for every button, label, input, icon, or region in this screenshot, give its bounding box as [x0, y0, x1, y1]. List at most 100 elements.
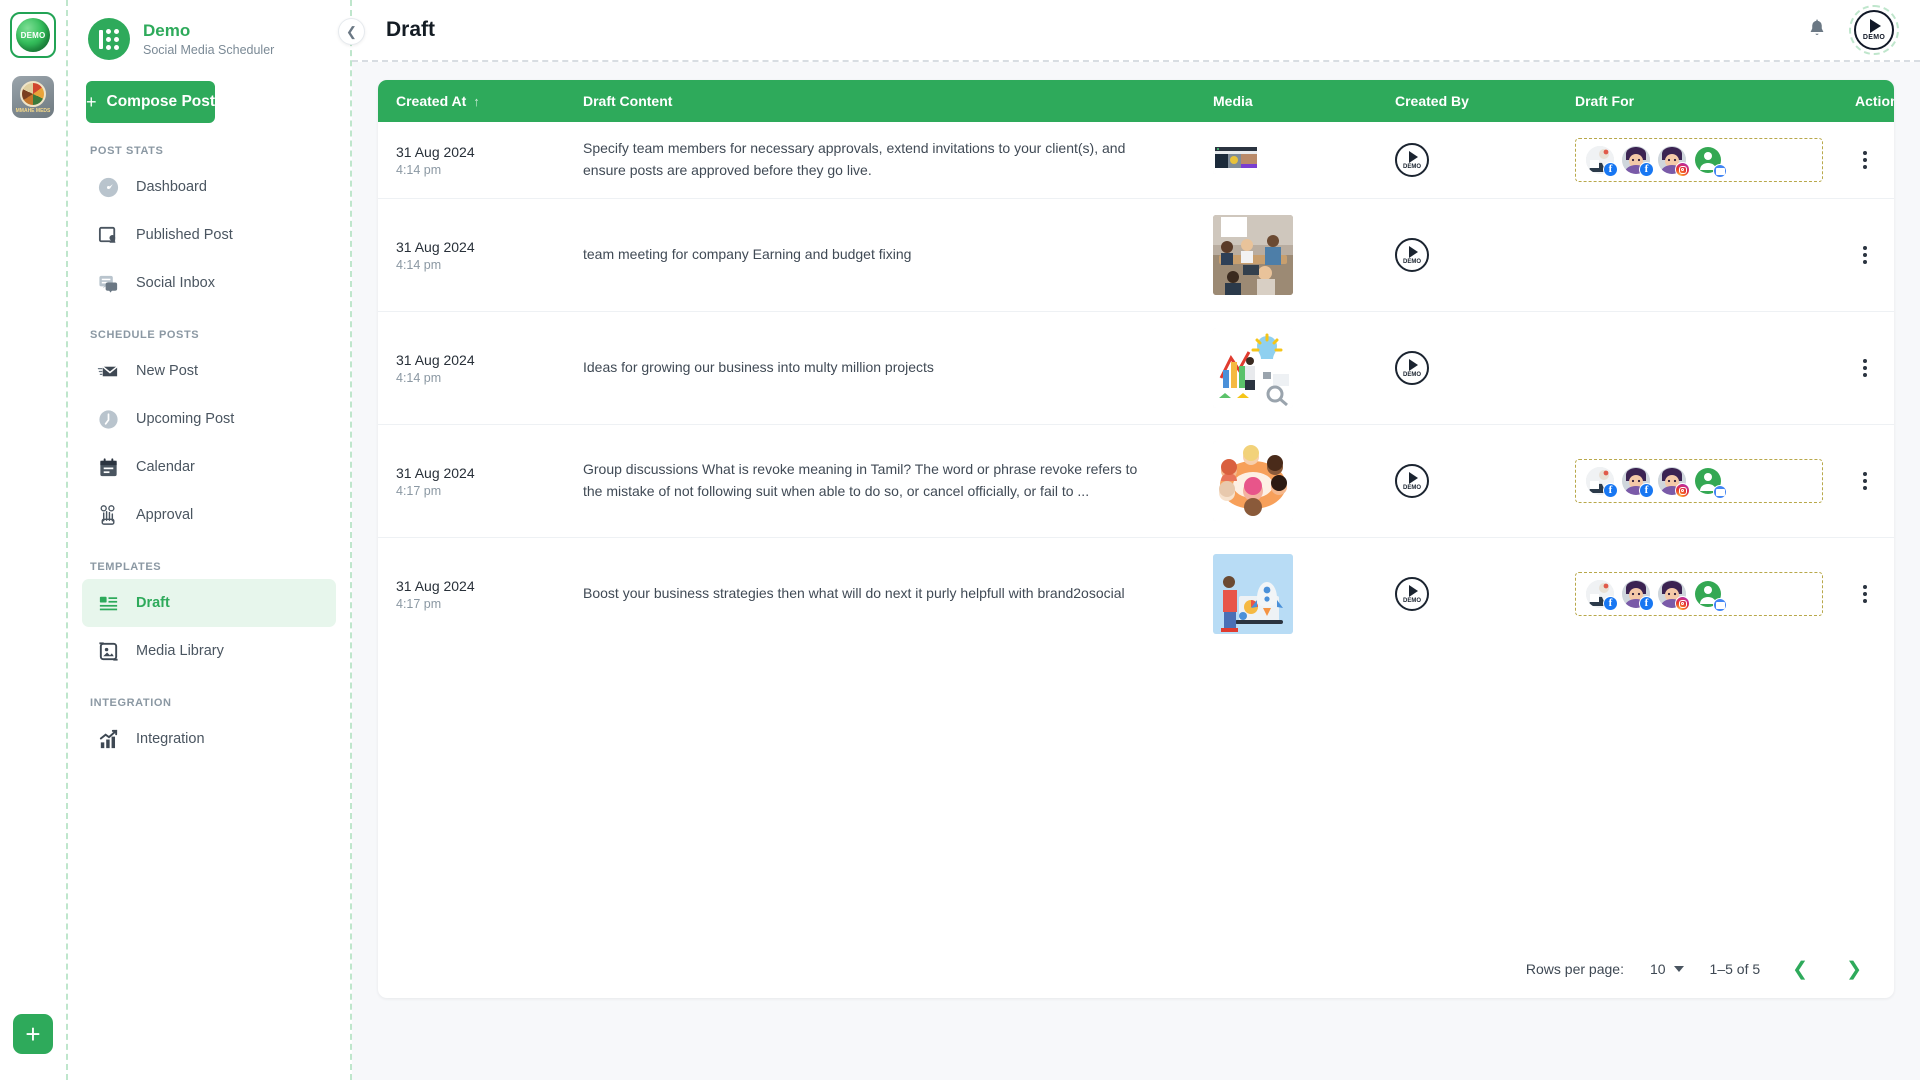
account-avatar-facebook[interactable]: f — [1622, 580, 1654, 611]
sidebar-item-approval[interactable]: Approval — [82, 491, 336, 539]
account-avatar-facebook[interactable]: f — [1622, 146, 1654, 177]
published-post-icon — [96, 223, 120, 247]
workspace-food-label: MMAHE MEDS — [15, 107, 51, 114]
rows-per-page-select[interactable]: 10 — [1650, 961, 1684, 977]
account-avatar-instagram[interactable] — [1658, 580, 1690, 611]
column-header-created-at[interactable]: Created At ↑ — [378, 80, 583, 122]
account-avatar-facebook[interactable]: f — [1622, 467, 1654, 498]
media-thumbnail[interactable] — [1213, 554, 1293, 634]
column-header-media[interactable]: Media — [1213, 80, 1395, 122]
sidebar-item-dashboard[interactable]: Dashboard — [82, 163, 336, 211]
sidebar-item-integration-label: Integration — [136, 731, 205, 747]
workspace-icon-food[interactable]: MMAHE MEDS — [10, 74, 56, 120]
cell-draft-for — [1575, 311, 1855, 425]
brand: Demo Social Media Scheduler — [68, 10, 350, 60]
created-by-avatar[interactable]: DEMO — [1395, 351, 1429, 385]
play-icon — [1409, 471, 1418, 484]
play-icon — [1409, 358, 1418, 371]
sidebar-collapse-button[interactable]: ❮ — [338, 18, 365, 45]
account-avatar-facebook[interactable]: f — [1586, 146, 1618, 177]
play-icon — [1870, 19, 1881, 33]
created-by-label: DEMO — [1403, 163, 1421, 170]
sidebar-item-published-post[interactable]: Published Post — [82, 211, 336, 259]
media-thumbnail[interactable] — [1213, 441, 1293, 521]
next-page-button[interactable]: ❯ — [1840, 960, 1868, 979]
media-thumbnail[interactable] — [1213, 328, 1293, 408]
created-at-date: 31 Aug 2024 — [396, 577, 475, 594]
row-menu-button[interactable] — [1855, 151, 1875, 169]
sidebar-item-calendar[interactable]: Calendar — [82, 443, 336, 491]
sidebar-item-draft[interactable]: Draft — [82, 579, 336, 627]
page-title: Draft — [386, 18, 436, 41]
created-by-avatar[interactable]: DEMO — [1395, 238, 1429, 272]
account-avatar-google-business[interactable] — [1694, 146, 1727, 178]
cell-created-at: 31 Aug 2024 4:17 pm — [378, 424, 583, 538]
cell-draft-content: Ideas for growing our business into mult… — [583, 311, 1213, 425]
google-business-badge-icon — [1713, 164, 1727, 178]
compose-post-button[interactable]: + Compose Post — [86, 81, 216, 123]
media-thumbnail[interactable] — [1213, 215, 1293, 295]
column-header-created-by[interactable]: Created By — [1395, 80, 1575, 122]
created-by-avatar[interactable]: DEMO — [1395, 143, 1429, 177]
created-at-date: 31 Aug 2024 — [396, 143, 475, 160]
created-by-avatar[interactable]: DEMO — [1395, 464, 1429, 498]
created-at-time: 4:14 pm — [396, 162, 442, 177]
row-menu-button[interactable] — [1855, 246, 1875, 264]
workspace-icon-demo[interactable]: DEMO — [10, 12, 56, 58]
draft-for-accounts[interactable]: f f — [1575, 572, 1823, 616]
cell-created-by: DEMO — [1395, 424, 1575, 538]
gauge-icon — [96, 175, 120, 199]
sidebar-item-media-library-label: Media Library — [136, 643, 224, 659]
row-menu-button[interactable] — [1855, 472, 1875, 490]
cell-media[interactable] — [1213, 122, 1395, 199]
account-avatar-instagram[interactable] — [1658, 467, 1690, 498]
row-menu-button[interactable] — [1855, 585, 1875, 603]
sidebar-item-integration[interactable]: Integration — [82, 715, 336, 763]
brand-name: Demo — [143, 21, 191, 41]
draft-for-accounts[interactable]: f f — [1575, 459, 1823, 503]
sidebar-item-media-library[interactable]: Media Library — [82, 627, 336, 675]
table-row[interactable]: 31 Aug 2024 4:17 pm Boost your business … — [378, 538, 1894, 651]
topbar: ❮ Draft DEMO — [338, 0, 1920, 62]
compose-post-label: Compose Post — [106, 93, 216, 110]
column-header-action: Action — [1855, 80, 1894, 122]
cell-media[interactable] — [1213, 424, 1395, 538]
sidebar-item-upcoming-post[interactable]: Upcoming Post — [82, 395, 336, 443]
play-icon — [1409, 150, 1418, 163]
account-avatar-facebook[interactable]: f — [1586, 580, 1618, 611]
column-header-draft-content[interactable]: Draft Content — [583, 80, 1213, 122]
table-row[interactable]: 31 Aug 2024 4:14 pm Specify team members… — [378, 122, 1894, 199]
cell-media[interactable] — [1213, 538, 1395, 651]
app-root: DEMO MMAHE MEDS + Demo Social Media Sche… — [0, 0, 1920, 1080]
table-row[interactable]: 31 Aug 2024 4:14 pm team meeting for com… — [378, 198, 1894, 312]
nav-group-post-stats-label: POST STATS — [90, 145, 164, 157]
created-by-label: DEMO — [1403, 371, 1421, 378]
table-row[interactable]: 31 Aug 2024 4:14 pm Ideas for growing ou… — [378, 311, 1894, 425]
draft-for-accounts[interactable]: f f — [1575, 138, 1823, 182]
draft-icon — [96, 591, 120, 615]
media-thumbnail[interactable] — [1213, 146, 1259, 174]
workspace-rail: DEMO MMAHE MEDS + — [0, 0, 68, 1080]
account-avatar-google-business[interactable] — [1694, 580, 1727, 612]
previous-page-button[interactable]: ❮ — [1786, 960, 1814, 979]
table-row[interactable]: 31 Aug 2024 4:17 pm Group discussions Wh… — [378, 424, 1894, 538]
created-by-label: DEMO — [1403, 484, 1421, 491]
user-avatar[interactable]: DEMO — [1849, 5, 1899, 55]
row-menu-button[interactable] — [1855, 359, 1875, 377]
cell-created-by: DEMO — [1395, 122, 1575, 199]
cell-media[interactable] — [1213, 198, 1395, 312]
column-header-draft-for[interactable]: Draft For — [1575, 80, 1855, 122]
created-by-avatar[interactable]: DEMO — [1395, 577, 1429, 611]
add-workspace-button[interactable]: + — [13, 1014, 53, 1054]
account-avatar-google-business[interactable] — [1694, 467, 1727, 499]
facebook-badge-icon: f — [1603, 483, 1618, 498]
sidebar-item-new-post[interactable]: New Post — [82, 347, 336, 395]
food-plate-icon — [20, 80, 46, 107]
brand-logo-icon — [88, 18, 130, 60]
account-avatar-facebook[interactable]: f — [1586, 467, 1618, 498]
cell-media[interactable] — [1213, 311, 1395, 425]
account-avatar-instagram[interactable] — [1658, 146, 1690, 177]
sidebar-item-social-inbox[interactable]: Social Inbox — [82, 259, 336, 307]
bell-icon[interactable] — [1806, 18, 1828, 42]
sidebar-item-dashboard-label: Dashboard — [136, 179, 207, 195]
